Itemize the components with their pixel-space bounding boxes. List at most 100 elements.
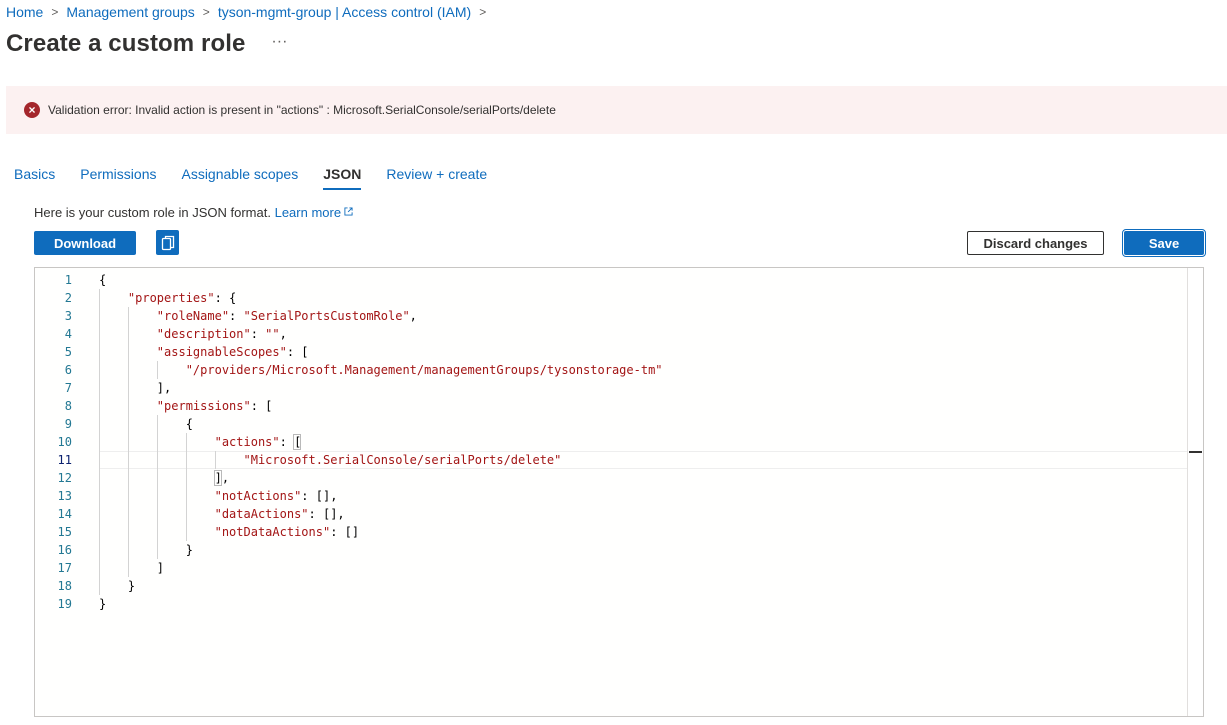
line-number: 2 bbox=[64, 291, 72, 305]
indent-guide bbox=[99, 559, 100, 577]
error-circle-x-icon: × bbox=[24, 102, 40, 118]
code-line[interactable]: ], bbox=[99, 469, 1187, 487]
code-line[interactable]: { bbox=[99, 271, 1187, 289]
breadcrumb: Home > Management groups > tyson-mgmt-gr… bbox=[6, 4, 494, 20]
line-number: 3 bbox=[64, 309, 72, 323]
code-line[interactable]: } bbox=[99, 541, 1187, 559]
code-line[interactable]: "dataActions": [], bbox=[99, 505, 1187, 523]
code-line[interactable]: "roleName": "SerialPortsCustomRole", bbox=[99, 307, 1187, 325]
indent-guide bbox=[99, 541, 100, 559]
indent-guide bbox=[127, 361, 129, 379]
line-number: 13 bbox=[57, 489, 72, 503]
tab-json[interactable]: JSON bbox=[323, 166, 362, 190]
line-number: 17 bbox=[57, 561, 72, 575]
line-number: 5 bbox=[64, 345, 72, 359]
line-number: 19 bbox=[57, 597, 72, 611]
copy-button[interactable] bbox=[156, 230, 179, 255]
editor-scrollbar[interactable] bbox=[1187, 268, 1203, 716]
indent-guide bbox=[185, 505, 187, 523]
indent-guide bbox=[156, 469, 158, 487]
code-line[interactable]: "notDataActions": [] bbox=[99, 523, 1187, 541]
error-message: Validation error: Invalid action is pres… bbox=[48, 103, 556, 117]
line-number: 7 bbox=[64, 381, 72, 395]
validation-error-banner: × Validation error: Invalid action is pr… bbox=[6, 86, 1227, 134]
line-number: 8 bbox=[64, 399, 72, 413]
download-button[interactable]: Download bbox=[34, 231, 136, 255]
code-line[interactable]: "properties": { bbox=[99, 289, 1187, 307]
indent-guide bbox=[99, 343, 100, 361]
indent-guide bbox=[99, 289, 100, 307]
indent-guide bbox=[127, 487, 129, 505]
save-button[interactable]: Save bbox=[1122, 229, 1206, 257]
learn-more-link[interactable]: Learn more bbox=[275, 205, 353, 220]
indent-guide bbox=[127, 379, 129, 397]
indent-guide bbox=[156, 505, 158, 523]
discard-changes-button[interactable]: Discard changes bbox=[967, 231, 1104, 255]
code-line[interactable]: "Microsoft.SerialConsole/serialPorts/del… bbox=[99, 451, 1187, 469]
indent-guide bbox=[185, 433, 187, 451]
code-line[interactable]: "description": "", bbox=[99, 325, 1187, 343]
tab-assignable-scopes[interactable]: Assignable scopes bbox=[181, 166, 298, 190]
indent-guide bbox=[99, 469, 100, 487]
code-area[interactable]: { "properties": { "roleName": "SerialPor… bbox=[99, 268, 1187, 716]
line-number: 12 bbox=[57, 471, 72, 485]
indent-guide bbox=[127, 451, 129, 469]
indent-guide bbox=[156, 451, 158, 469]
code-line[interactable]: ], bbox=[99, 379, 1187, 397]
indent-guide bbox=[185, 523, 187, 541]
more-options-icon[interactable]: ··· bbox=[271, 34, 287, 54]
indent-guide bbox=[156, 433, 158, 451]
tab-bar: Basics Permissions Assignable scopes JSO… bbox=[14, 166, 512, 190]
breadcrumb-home[interactable]: Home bbox=[6, 4, 43, 20]
indent-guide bbox=[127, 433, 129, 451]
code-line[interactable]: "permissions": [ bbox=[99, 397, 1187, 415]
line-number: 14 bbox=[57, 507, 72, 521]
bracket-match-highlight bbox=[292, 434, 301, 450]
indent-guide bbox=[99, 415, 100, 433]
line-number: 16 bbox=[57, 543, 72, 557]
indent-guide bbox=[99, 307, 100, 325]
indent-guide bbox=[99, 505, 100, 523]
tab-basics[interactable]: Basics bbox=[14, 166, 55, 190]
breadcrumb-access-control[interactable]: tyson-mgmt-group | Access control (IAM) bbox=[218, 4, 471, 20]
indent-guide bbox=[156, 487, 158, 505]
line-number: 9 bbox=[64, 417, 72, 431]
chevron-right-icon: > bbox=[202, 5, 210, 19]
json-code-editor[interactable]: 1 2 3 4 5 6 7 8 9 10 11 12 13 14 15 16 17 18 19 { "propert… bbox=[34, 267, 1204, 717]
line-number: 4 bbox=[64, 327, 72, 341]
bracket-match-highlight bbox=[213, 470, 222, 486]
indent-guide bbox=[127, 343, 129, 361]
code-line[interactable]: ] bbox=[99, 559, 1187, 577]
code-line[interactable]: } bbox=[99, 577, 1187, 595]
line-number-gutter: 1 2 3 4 5 6 7 8 9 10 11 12 13 14 15 16 17 18 19 bbox=[35, 268, 85, 716]
indent-guide bbox=[185, 469, 187, 487]
tab-review-create[interactable]: Review + create bbox=[386, 166, 487, 190]
copy-icon bbox=[161, 235, 174, 250]
json-info-text: Here is your custom role in JSON format.… bbox=[34, 205, 353, 220]
line-number: 10 bbox=[57, 435, 72, 449]
chevron-right-icon: > bbox=[479, 5, 487, 19]
indent-guide bbox=[99, 433, 100, 451]
line-number: 15 bbox=[57, 525, 72, 539]
indent-guide bbox=[99, 487, 100, 505]
indent-guide bbox=[99, 361, 100, 379]
indent-guide bbox=[127, 541, 129, 559]
indent-guide bbox=[127, 505, 129, 523]
code-line[interactable]: "actions": [ bbox=[99, 433, 1187, 451]
indent-guide bbox=[214, 451, 216, 469]
tab-permissions[interactable]: Permissions bbox=[80, 166, 156, 190]
line-number: 1 bbox=[64, 273, 72, 287]
indent-guide bbox=[127, 325, 129, 343]
indent-guide bbox=[127, 307, 129, 325]
indent-guide bbox=[99, 379, 100, 397]
code-line[interactable]: "assignableScopes": [ bbox=[99, 343, 1187, 361]
indent-guide bbox=[99, 451, 100, 469]
indent-guide bbox=[156, 415, 158, 433]
code-line[interactable]: "notActions": [], bbox=[99, 487, 1187, 505]
code-line[interactable]: "/providers/Microsoft.Management/managem… bbox=[99, 361, 1187, 379]
breadcrumb-management-groups[interactable]: Management groups bbox=[66, 4, 194, 20]
chevron-right-icon: > bbox=[51, 5, 59, 19]
code-line[interactable]: } bbox=[99, 595, 1187, 613]
code-line[interactable]: { bbox=[99, 415, 1187, 433]
indent-guide bbox=[127, 415, 129, 433]
